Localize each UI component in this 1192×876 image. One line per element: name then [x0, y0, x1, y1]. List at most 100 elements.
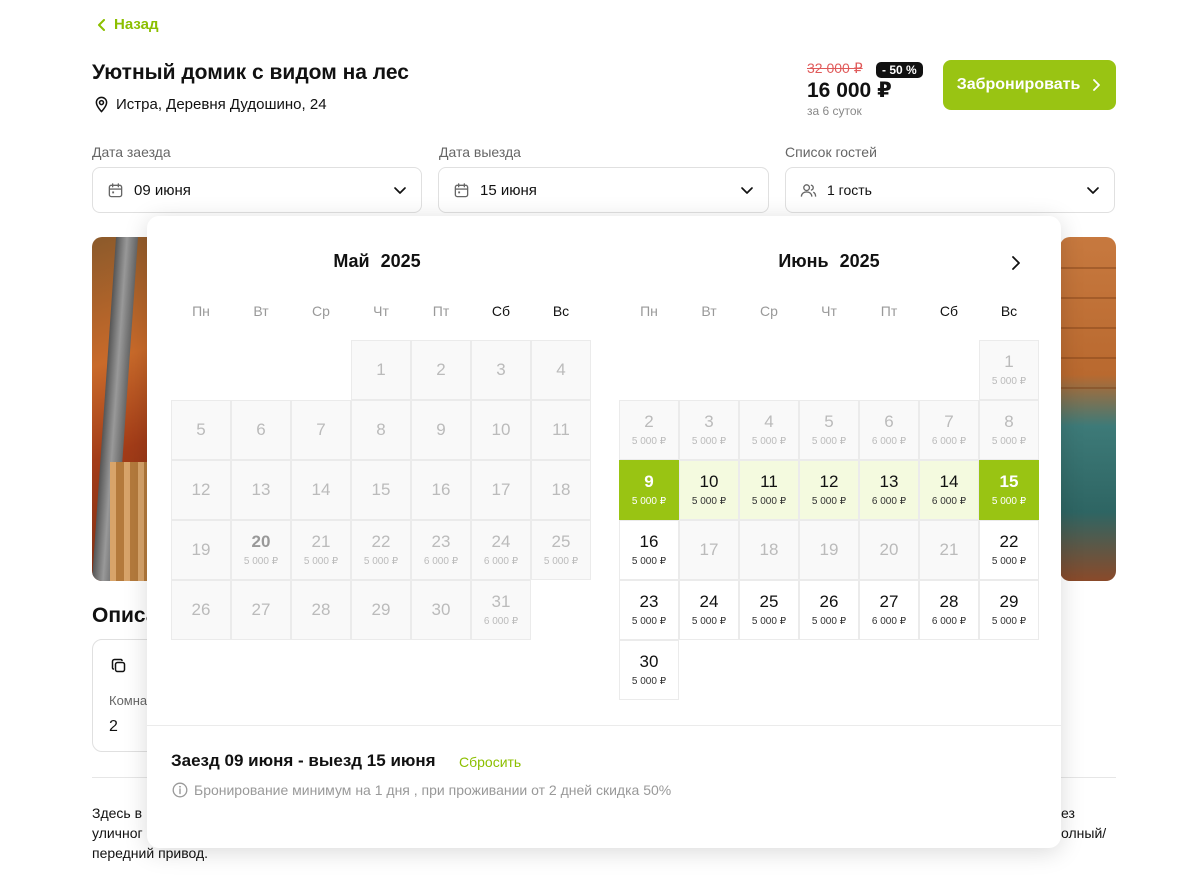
weekday-label: Сб [491, 303, 511, 319]
day-number: 27 [251, 600, 271, 619]
day-price: 6 000 ₽ [423, 556, 459, 567]
guests-field[interactable]: 1 гость [785, 167, 1115, 213]
weekday-label: Ср [760, 303, 778, 319]
address: Истра, Деревня Дудошино, 24 [93, 96, 327, 113]
calendar-day[interactable]: 24 5 000 ₽ [679, 580, 739, 640]
calendar-day: 12 [171, 460, 231, 520]
day-number: 7 [944, 412, 954, 431]
day-number: 13 [251, 480, 271, 499]
description-text-right: ез олный/ [1061, 803, 1106, 843]
calendar-day: 22 5 000 ₽ [351, 520, 411, 580]
calendar-day: 18 [739, 520, 799, 580]
day-price: 5 000 ₽ [631, 496, 667, 507]
calendar-day[interactable]: 9 5 000 ₽ [619, 460, 679, 520]
day-price: 5 000 ₽ [243, 556, 279, 567]
calendar-day: 1 [351, 340, 411, 400]
day-number: 15 [999, 472, 1019, 491]
calendar-day: 2 5 000 ₽ [619, 400, 679, 460]
day-price: 5 000 ₽ [811, 496, 847, 507]
checkin-field[interactable]: 09 июня [92, 167, 422, 213]
calendar-day[interactable]: 16 5 000 ₽ [619, 520, 679, 580]
calendar-day: 23 6 000 ₽ [411, 520, 471, 580]
booking-info-text: Бронирование минимум на 1 дня , при прож… [194, 782, 672, 798]
weekday-label: Пн [192, 303, 210, 319]
calendar-day[interactable]: 13 6 000 ₽ [859, 460, 919, 520]
guests-value: 1 гость [827, 182, 872, 198]
calendar-day[interactable]: 23 5 000 ₽ [619, 580, 679, 640]
calendar-day: 28 [291, 580, 351, 640]
calendar-day[interactable]: 14 6 000 ₽ [919, 460, 979, 520]
day-number: 28 [939, 592, 959, 611]
day-number: 10 [699, 472, 719, 491]
day-price: 6 000 ₽ [871, 616, 907, 627]
calendar-day[interactable]: 26 5 000 ₽ [799, 580, 859, 640]
calendar-day: 9 [411, 400, 471, 460]
weekday-label: Чт [821, 303, 837, 319]
calendar-day[interactable]: 11 5 000 ₽ [739, 460, 799, 520]
day-number: 4 [764, 412, 774, 431]
calendar-day: 21 5 000 ₽ [291, 520, 351, 580]
next-month-button[interactable] [1005, 252, 1027, 274]
calendar-day: 25 5 000 ₽ [531, 520, 591, 580]
day-number: 9 [436, 420, 446, 439]
calendar-day: 21 [919, 520, 979, 580]
day-number: 22 [371, 532, 391, 551]
checkout-field[interactable]: 15 июня [438, 167, 769, 213]
calendar-day: 30 [411, 580, 471, 640]
calendar-day[interactable]: 30 5 000 ₽ [619, 640, 679, 700]
day-number: 26 [191, 600, 211, 619]
day-price: 5 000 ₽ [811, 436, 847, 447]
day-number: 3 [496, 360, 506, 379]
info-icon [172, 782, 188, 798]
calendar-day: 19 [799, 520, 859, 580]
day-number: 6 [884, 412, 894, 431]
calendar-day[interactable]: 25 5 000 ₽ [739, 580, 799, 640]
calendar-day[interactable]: 29 5 000 ₽ [979, 580, 1039, 640]
photo-plank [1060, 267, 1116, 269]
day-number: 23 [639, 592, 659, 611]
checkout-label: Дата выезда [439, 144, 521, 160]
calendar-day[interactable]: 27 6 000 ₽ [859, 580, 919, 640]
calendar-day: 8 [351, 400, 411, 460]
book-button[interactable]: Забронировать [943, 60, 1116, 110]
day-number: 21 [311, 532, 331, 551]
gallery-photo-bedroom[interactable] [1060, 237, 1116, 581]
chevron-down-icon [1087, 187, 1099, 194]
new-price: 16 000 ₽ [807, 79, 892, 102]
day-number: 1 [1004, 352, 1014, 371]
day-number: 26 [819, 592, 839, 611]
day-price: 5 000 ₽ [631, 616, 667, 627]
day-number: 2 [436, 360, 446, 379]
calendar-day: 24 6 000 ₽ [471, 520, 531, 580]
rooms-label: Комна [109, 693, 148, 708]
day-number: 12 [191, 480, 211, 499]
calendar-day: 19 [171, 520, 231, 580]
calendar-day[interactable]: 12 5 000 ₽ [799, 460, 859, 520]
month-title-may: Май 2025 [333, 251, 421, 271]
calendar-divider [147, 725, 1061, 726]
day-number: 19 [819, 540, 839, 559]
calendar-day[interactable]: 22 5 000 ₽ [979, 520, 1039, 580]
calendar-day[interactable]: 28 6 000 ₽ [919, 580, 979, 640]
day-number: 20 [251, 532, 271, 551]
calendar-day: 1 5 000 ₽ [979, 340, 1039, 400]
calendar-day: 10 [471, 400, 531, 460]
calendar-day: 14 [291, 460, 351, 520]
calendar-day[interactable]: 15 5 000 ₽ [979, 460, 1039, 520]
back-link[interactable]: Назад [96, 16, 158, 33]
calendar-day[interactable]: 10 5 000 ₽ [679, 460, 739, 520]
day-number: 9 [644, 472, 654, 491]
day-price: 6 000 ₽ [483, 616, 519, 627]
day-number: 8 [1004, 412, 1014, 431]
calendar-day: 5 5 000 ₽ [799, 400, 859, 460]
description-line: олный/ [1061, 825, 1107, 841]
day-number: 17 [491, 480, 511, 499]
discount-badge: - 50 % [876, 62, 923, 78]
weekday-label: Пт [432, 303, 450, 319]
day-number: 8 [376, 420, 386, 439]
calendar-day: 17 [471, 460, 531, 520]
reset-button[interactable]: Сбросить [459, 754, 521, 770]
day-number: 1 [376, 360, 386, 379]
calendar-day: 8 5 000 ₽ [979, 400, 1039, 460]
day-number: 22 [999, 532, 1019, 551]
